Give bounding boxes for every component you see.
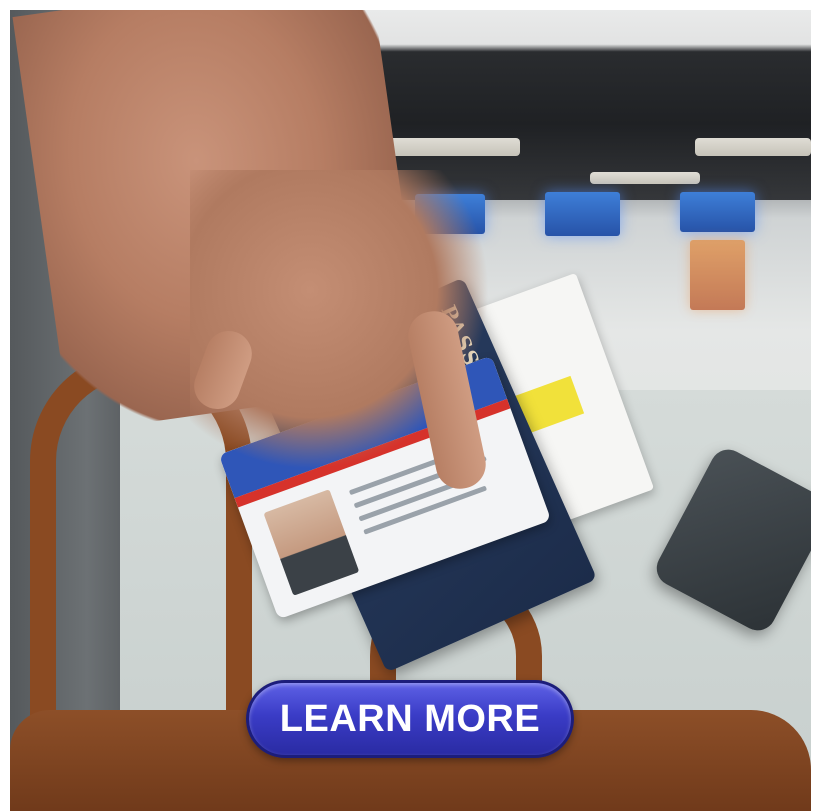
departure-screen [545,192,620,236]
ceiling-light [590,172,700,184]
learn-more-button[interactable]: LEARN MORE [246,680,574,758]
permit-photo [263,489,360,596]
ad-banner[interactable]: PASSPORT LEARN MORE [10,10,811,811]
departure-screen [680,192,755,232]
ceiling-light [695,138,811,156]
departure-screen [690,240,745,310]
